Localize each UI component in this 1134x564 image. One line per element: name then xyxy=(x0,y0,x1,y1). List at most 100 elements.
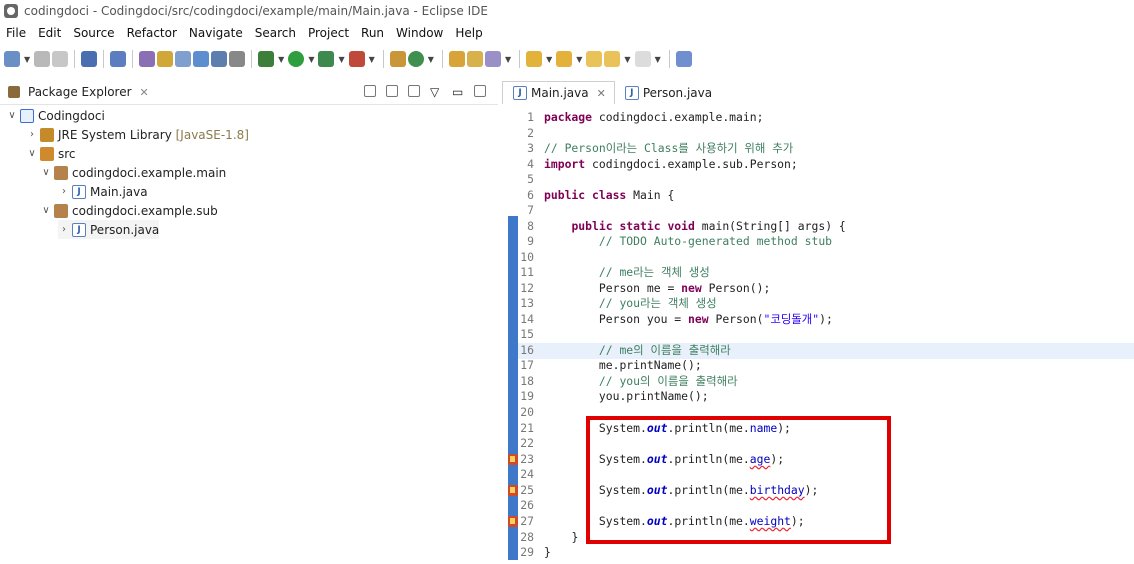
tree-item-label: codingdoci.example.sub xyxy=(72,203,218,218)
menu-run[interactable]: Run xyxy=(355,26,390,40)
new-java-package-icon[interactable] xyxy=(389,51,406,67)
menu-refactor[interactable]: Refactor xyxy=(121,26,183,40)
toolbar-separator xyxy=(103,50,105,68)
tree-item-label: src xyxy=(58,146,76,161)
next-annotation-icon[interactable] xyxy=(526,51,543,67)
package-explorer-tab[interactable]: Package Explorer ✕ ▽ ▭ xyxy=(0,80,498,105)
new-icon[interactable] xyxy=(4,51,20,67)
previous-annotation-dropdown-icon[interactable]: ▼ xyxy=(576,55,582,64)
package-icon xyxy=(54,203,68,218)
save-all-icon[interactable] xyxy=(52,51,69,67)
main-toolbar: ▼ ▼ ▼ ▼ ▼ ▼ ▼ ▼ ▼ ▼ ▼ xyxy=(0,44,1134,74)
tab-main-java[interactable]: J Main.java ✕ xyxy=(502,81,615,104)
pin-editor-icon[interactable] xyxy=(675,51,692,67)
external-tools-icon[interactable] xyxy=(348,51,365,67)
toolbar-separator xyxy=(132,50,134,68)
occurrence-band xyxy=(508,216,518,560)
tree-item-package-main[interactable]: ∨ codingdoci.example.main xyxy=(40,163,226,182)
toolbar-separator xyxy=(668,50,670,68)
tab-person-java[interactable]: J Person.java xyxy=(615,82,720,104)
tree-item-label: Person.java xyxy=(90,222,160,237)
link-with-editor-icon[interactable] xyxy=(386,85,398,97)
error-marker-icon[interactable] xyxy=(508,516,518,527)
run-dropdown-icon[interactable]: ▼ xyxy=(308,55,314,64)
menu-help[interactable]: Help xyxy=(449,26,488,40)
show-whitespace-icon[interactable] xyxy=(229,51,246,67)
console-icon[interactable] xyxy=(81,51,98,67)
menu-window[interactable]: Window xyxy=(390,26,449,40)
view-menu-icon[interactable]: ▽ xyxy=(430,85,442,99)
debug-dropdown-icon[interactable]: ▼ xyxy=(278,55,284,64)
code-line: 15 xyxy=(520,327,534,341)
error-marker-icon[interactable] xyxy=(508,485,518,496)
menu-edit[interactable]: Edit xyxy=(32,26,67,40)
tree-item-jre-library[interactable]: › JRE System Library [JavaSE-1.8] xyxy=(26,125,249,144)
menu-file[interactable]: File xyxy=(0,26,32,40)
close-icon[interactable]: ✕ xyxy=(597,87,606,100)
code-line: 13 // you라는 객체 생성 xyxy=(520,296,717,310)
chevron-right-icon[interactable]: › xyxy=(58,224,70,235)
back-icon[interactable] xyxy=(604,51,621,67)
tree-item-main-java[interactable]: › J Main.java xyxy=(58,182,148,201)
tree-item-project[interactable]: ∨ Codingdoci xyxy=(6,106,105,125)
menu-project[interactable]: Project xyxy=(302,26,355,40)
code-line: 12 Person me = new Person(); xyxy=(520,281,771,295)
toggle-block-icon[interactable] xyxy=(175,51,192,67)
highlight-box xyxy=(586,416,891,544)
tree-item-decoration: [JavaSE-1.8] xyxy=(175,127,249,142)
coverage-dropdown-icon[interactable]: ▼ xyxy=(338,55,344,64)
chevron-down-icon[interactable]: ∨ xyxy=(6,110,18,121)
open-folder-icon[interactable] xyxy=(448,51,465,67)
menu-search[interactable]: Search xyxy=(249,26,302,40)
coverage-icon[interactable] xyxy=(318,51,335,67)
close-icon[interactable]: ✕ xyxy=(140,86,149,99)
new-class-dropdown-icon[interactable]: ▼ xyxy=(428,55,434,64)
new-dropdown-icon[interactable]: ▼ xyxy=(24,55,30,64)
menu-source[interactable]: Source xyxy=(67,26,120,40)
debug-icon[interactable] xyxy=(258,51,275,67)
tree-item-person-java[interactable]: › J Person.java xyxy=(58,220,160,239)
mark-occurrences-icon[interactable] xyxy=(157,51,174,67)
external-tools-dropdown-icon[interactable]: ▼ xyxy=(369,55,375,64)
error-marker-icon[interactable] xyxy=(508,454,518,465)
search-dropdown-icon[interactable]: ▼ xyxy=(505,55,511,64)
toolbar-separator xyxy=(74,50,76,68)
code-line: 7 xyxy=(527,203,534,217)
last-edit-location-icon[interactable] xyxy=(586,51,603,67)
new-java-class-icon[interactable] xyxy=(407,51,424,67)
previous-annotation-icon[interactable] xyxy=(556,51,573,67)
menu-navigate[interactable]: Navigate xyxy=(183,26,249,40)
maximize-icon[interactable] xyxy=(474,85,486,97)
forward-icon[interactable] xyxy=(634,51,651,67)
chevron-down-icon[interactable]: ∨ xyxy=(26,148,38,159)
open-task-icon[interactable] xyxy=(466,51,483,67)
tree-item-label: Main.java xyxy=(90,184,148,199)
code-line: 6 public class Main { xyxy=(527,188,675,202)
chevron-down-icon[interactable]: ∨ xyxy=(40,205,52,216)
menu-bar: File Edit Source Refactor Navigate Searc… xyxy=(0,22,489,44)
word-wrap-icon[interactable] xyxy=(211,51,228,67)
tree-item-package-sub[interactable]: ∨ codingdoci.example.sub xyxy=(40,201,218,220)
toggle-breadcrumb-icon[interactable] xyxy=(193,51,210,67)
search-icon[interactable] xyxy=(484,51,501,67)
next-annotation-dropdown-icon[interactable]: ▼ xyxy=(546,55,552,64)
chevron-right-icon[interactable]: › xyxy=(58,186,70,197)
save-icon[interactable] xyxy=(34,51,51,67)
tree-item-label: JRE System Library xyxy=(58,127,172,142)
skip-breakpoints-icon[interactable] xyxy=(110,51,127,67)
run-icon[interactable] xyxy=(288,51,305,67)
java-file-icon: J xyxy=(513,86,527,100)
title-bar: codingdoci - Codingdoci/src/codingdoci/e… xyxy=(0,0,1134,22)
chevron-right-icon[interactable]: › xyxy=(26,129,38,140)
forward-dropdown-icon[interactable]: ▼ xyxy=(655,55,661,64)
back-dropdown-icon[interactable]: ▼ xyxy=(624,55,630,64)
tree-item-src[interactable]: ∨ src xyxy=(26,144,76,163)
code-line: 5 xyxy=(527,172,534,186)
minimize-icon[interactable]: ▭ xyxy=(452,85,464,99)
chevron-down-icon[interactable]: ∨ xyxy=(40,167,52,178)
code-line: 2 xyxy=(527,126,534,140)
java-file-icon: J xyxy=(72,184,86,199)
focus-icon[interactable] xyxy=(408,85,420,97)
collapse-all-icon[interactable] xyxy=(364,85,376,97)
open-type-icon[interactable] xyxy=(139,51,156,67)
